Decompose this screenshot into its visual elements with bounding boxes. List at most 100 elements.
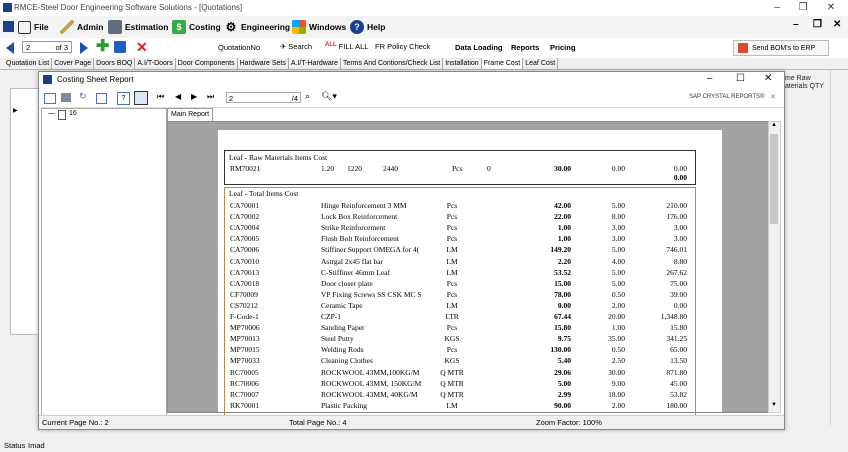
tab-hardware-sets[interactable]: Hardware Sets [238,58,289,69]
costing-sheet-dialog: Costing Sheet Report – ☐ ✕ ↻ ? ⏮ ◀ ▶ ⏭ 2… [38,71,785,430]
find-icon[interactable]: ⌕ [305,91,310,102]
item-qty: 15.80 [554,323,571,333]
item-code: RC70006 [230,378,259,388]
tab-a-i-t-hardware[interactable]: A.I/T-Hardware [289,58,341,69]
menu-engineering[interactable]: ⚙ Engineering [224,20,291,34]
refresh-icon[interactable]: ↻ [79,91,87,102]
item-description: ROCKWOOL 43MM,100KG/M [321,367,420,377]
item-amount: 210.00 [666,201,687,210]
item-rate: 35.00 [608,334,625,344]
close-view-icon[interactable]: ✕ [770,93,776,101]
item-qty: 5.00 [557,378,571,388]
delete-icon[interactable]: ✕ [136,39,148,56]
item-unit: Pcs [446,289,458,299]
item-unit: Pcs [446,278,458,288]
item-unit: Pcs [446,201,458,210]
tab-frame-cost[interactable]: Frame Cost [481,58,524,69]
toggle-tree-icon[interactable] [134,91,148,105]
scroll-down-icon[interactable]: ▼ [771,402,777,408]
dialog-title: Costing Sheet Report [57,75,134,84]
gear-icon: ⚙ [225,20,237,34]
prev-page-icon[interactable]: ◀ [175,92,181,101]
item-rate: 2.00 [611,300,625,310]
table-row: CA70010 Astrgal 2x45 flat bar LM 2.20 4.00 8.… [225,257,695,268]
help-report-icon[interactable]: ? [117,92,130,105]
item-code: F-Code-1 [230,312,259,321]
main-vertical-scrollbar[interactable] [830,70,843,425]
dialog-minimize-button[interactable]: – [707,73,713,84]
table-row: CA70018 Door closer plate Pcs 15.00 5.00 75.0… [225,279,695,290]
dialog-close-button[interactable]: ✕ [764,73,772,84]
tree-item[interactable]: — 16 [48,110,77,120]
next-page-icon[interactable]: ▶ [191,92,197,101]
copy-icon[interactable] [96,93,107,104]
item-code: CF70009 [230,289,258,299]
report-page-input[interactable]: 2 /4 [226,92,301,103]
minimize-button[interactable]: – [770,2,784,13]
send-bom-button[interactable]: Send BOM's to ERP [733,40,829,56]
dialog-maximize-button[interactable]: ☐ [736,73,745,84]
menu-windows[interactable]: Windows [292,20,346,34]
menu-admin[interactable]: Admin [60,20,103,34]
item-rate: 18.00 [608,389,625,399]
report-viewer: Main Report Leaf - Raw Materials Items C… [167,108,781,428]
fill-all-button[interactable]: ALL FILL ALL [325,42,368,51]
print-icon[interactable] [61,93,71,102]
menu-help[interactable]: ? Help [350,20,385,34]
item-amount: 75.00 [670,278,687,288]
report-toolbar: ↻ ? ⏮ ◀ ▶ ⏭ 2 /4 ⌕ 🔍︎▾ SAP CRYSTAL REPOR… [39,89,784,108]
table-row: CA70013 C-Stiffiner 46mm Leaf LM 53.52 5.00 2… [225,268,695,279]
fr-policy-button[interactable]: FR Policy Check [375,42,430,51]
item-rate: 20.00 [608,312,625,321]
pricing-button[interactable]: Pricing [550,43,575,52]
first-page-icon[interactable]: ⏮ [157,92,164,102]
mdi-close-button[interactable]: ✕ [833,19,841,30]
item-rate: 5.00 [611,278,625,288]
save-icon[interactable] [114,41,126,53]
table-row: MP70015 Welding Rods Pcs 130.00 0.50 65.00 [225,345,695,356]
scroll-thumb[interactable] [770,134,778,224]
tab-cover-page[interactable]: Cover Page [52,58,95,69]
menu-file[interactable]: File [18,20,49,34]
prev-record-button[interactable] [6,42,14,54]
reports-button[interactable]: Reports [511,43,539,52]
scroll-up-icon[interactable]: ▲ [771,122,777,128]
item-amount: 53.82 [670,389,687,399]
data-loading-button[interactable]: Data Loading [455,43,503,52]
search-button[interactable]: ✈ Search [280,42,312,51]
current-page-status: Current Page No.: 2 [42,418,109,427]
tab-doors-boq[interactable]: Doors BOQ [94,58,136,69]
export-icon[interactable] [44,93,56,104]
tab-a-i-t-doors[interactable]: A.I/T-Doors [135,58,176,69]
close-button[interactable]: ✕ [824,2,838,13]
zoom-icon[interactable]: 🔍︎▾ [321,91,337,102]
item-amount: 0.00 [673,300,687,310]
tab-quotation-list[interactable]: Quotation List [4,58,53,69]
report-vertical-scrollbar[interactable]: ▲ ▼ [768,121,781,413]
tab-installation[interactable]: Installation [443,58,482,69]
item-description: ROCKWOOL 43MM, 150KG/M [321,378,422,388]
item-description: Lock Box Reinforcement [321,212,398,222]
mdi-minimize-button[interactable]: – [793,19,799,30]
table-row: RC70006 ROCKWOOL 43MM, 150KG/M Q MTR 5.00 9.… [225,379,695,390]
mdi-restore-button[interactable]: ❐ [813,19,822,30]
next-record-button[interactable] [80,42,88,54]
item-qty: 9.75 [557,334,571,344]
add-icon[interactable]: ✚ [96,39,110,55]
main-report-tab[interactable]: Main Report [167,108,214,121]
menu-estimation[interactable]: Estimation [108,20,168,34]
restore-button[interactable]: ❐ [796,2,810,13]
item-qty: 2.20 [557,256,571,266]
menu-costing[interactable]: $ Costing [172,20,221,34]
item-code: RC70005 [230,367,259,377]
item-description: Welding Rods [321,345,364,355]
last-page-icon[interactable]: ⏭ [207,92,214,102]
page-input[interactable]: 2 of 3 [22,41,72,53]
tab-door-components[interactable]: Door Components [176,58,238,69]
tab-terms-and-contions-check-list[interactable]: Terms And Contions/Check List [341,58,444,69]
item-unit: KGS [444,334,460,344]
tab-leaf-cost[interactable]: Leaf Cost [523,58,559,69]
pen-icon [60,20,74,34]
window-title: RMCE-Steel Door Engineering Software Sol… [14,3,243,12]
item-description: VP Fixing Screws SS CSK MC S [321,289,422,299]
